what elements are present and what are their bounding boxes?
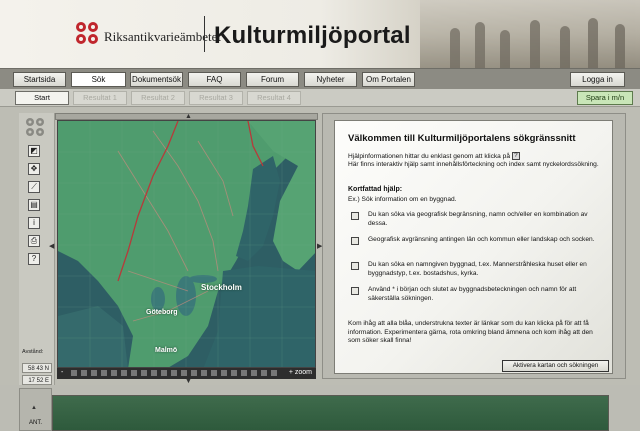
zoom-step[interactable] [111, 370, 117, 376]
zoom-step[interactable] [91, 370, 97, 376]
zoom-step[interactable] [211, 370, 217, 376]
help-bullet: Geografisk avgränsning antingen län och … [351, 236, 603, 245]
help-bullet: Använd * i början och slutet av byggnads… [351, 286, 603, 303]
help-bullet-text: Du kan söka en namngiven byggnad, t.ex. … [368, 261, 587, 277]
panel-subtitle: Kortfattad hjälp: [348, 186, 403, 193]
bullet-icon [351, 237, 359, 245]
nav-faq[interactable]: FAQ [188, 72, 241, 87]
header: Riksantikvarieämbetet Kulturmiljöportal [0, 0, 640, 68]
portal-title: Kulturmiljöportal [214, 22, 411, 49]
help-question-icon[interactable]: ? [511, 152, 520, 160]
raa-small-logo-icon [26, 118, 44, 136]
sweden-map [58, 121, 315, 367]
map-toolbar: ◩ ✥ ⟋ ▤ i ⎙ ? [19, 113, 55, 388]
nav-forum[interactable]: Forum [246, 72, 299, 87]
panel-note: Kom ihåg att alla blåa, understrukna tex… [348, 320, 593, 345]
help-bullet-text: Geografisk avgränsning antingen län och … [368, 236, 595, 243]
measure-icon[interactable]: ⟋ [28, 181, 40, 193]
zoom-step[interactable] [71, 370, 77, 376]
zoom-step[interactable] [181, 370, 187, 376]
panel-title: Välkommen till Kulturmiljöportalens sökg… [348, 133, 576, 144]
coord-east: 17 52 E [22, 375, 52, 385]
nav-dokumentsok[interactable]: Dokumentsök [130, 72, 183, 87]
select-area-icon[interactable]: ◩ [28, 145, 40, 157]
zoom-step[interactable] [251, 370, 257, 376]
help-bullet: Du kan söka en namngiven byggnad, t.ex. … [351, 261, 603, 278]
bullet-icon [351, 262, 359, 270]
distance-label: Avstånd: [22, 349, 44, 355]
zoom-step[interactable] [101, 370, 107, 376]
tab-resultat-2[interactable]: Resultat 2 [131, 91, 185, 105]
tab-resultat-4[interactable]: Resultat 4 [247, 91, 301, 105]
zoom-in-label[interactable]: + zoom [289, 369, 312, 376]
zoom-step[interactable] [121, 370, 127, 376]
tab-start[interactable]: Start [15, 91, 69, 105]
zoom-step[interactable] [81, 370, 87, 376]
pan-south-icon[interactable]: ▼ [185, 378, 192, 385]
raa-logo-icon [76, 22, 98, 44]
search-tabs: Start Resultat 1 Resultat 2 Resultat 3 R… [0, 89, 640, 107]
panel-example: Ex.) Sök information om en byggnad. [348, 196, 457, 203]
bullet-icon [351, 287, 359, 295]
main-nav: Startsida Sök Dokumentsök FAQ Forum Nyhe… [0, 68, 640, 89]
pan-icon[interactable]: ✥ [28, 163, 40, 175]
help-bullet-text: Använd * i början och slutet av byggnads… [368, 286, 577, 302]
results-strip[interactable] [52, 395, 609, 431]
pan-north-icon[interactable]: ▲ [185, 113, 192, 120]
zoom-out-icon[interactable]: - [61, 369, 63, 376]
zoom-step[interactable] [241, 370, 247, 376]
header-divider [204, 16, 205, 52]
zoom-step[interactable] [191, 370, 197, 376]
header-historical-photo [420, 0, 640, 68]
zoom-step[interactable] [161, 370, 167, 376]
zoom-step[interactable] [201, 370, 207, 376]
panel-intro-text: Hjälpinformationen hittar du enklast gen… [348, 152, 511, 160]
nav-nyheter[interactable]: Nyheter [304, 72, 357, 87]
scroll-up-icon[interactable]: ▲ [31, 405, 37, 411]
layers-icon[interactable]: ▤ [28, 199, 40, 211]
pan-west-icon[interactable]: ◀ [49, 242, 54, 250]
zoom-step[interactable] [131, 370, 137, 376]
panel-intro: Hjälpinformationen hittar du enklast gen… [348, 152, 602, 170]
help-icon[interactable]: ? [28, 253, 40, 265]
zoom-step[interactable] [151, 370, 157, 376]
nav-sok[interactable]: Sök [71, 72, 126, 87]
print-icon[interactable]: ⎙ [28, 235, 40, 247]
activate-map-button[interactable]: Aktivera kartan och sökningen [502, 360, 609, 372]
map-label-stockholm[interactable]: Stockholm [201, 283, 242, 292]
zoom-step[interactable] [271, 370, 277, 376]
zoom-step[interactable] [171, 370, 177, 376]
login-button[interactable]: Logga in [570, 72, 625, 87]
help-bullet-text: Du kan söka via geografisk begränsning, … [368, 211, 588, 227]
info-panel: Välkommen till Kulturmiljöportalens sökg… [334, 120, 613, 374]
map-label-goteborg[interactable]: Göteborg [146, 309, 178, 316]
map-view[interactable]: Stockholm Göteborg Malmö [57, 120, 316, 368]
zoom-step[interactable] [141, 370, 147, 376]
info-icon[interactable]: i [28, 217, 40, 229]
map-label-malmo[interactable]: Malmö [155, 347, 177, 354]
tab-resultat-1[interactable]: Resultat 1 [73, 91, 127, 105]
nav-startsida[interactable]: Startsida [13, 72, 66, 87]
coord-north: 58 43 N [22, 363, 52, 373]
help-bullet: Du kan söka via geografisk begränsning, … [351, 211, 603, 228]
zoom-step[interactable] [231, 370, 237, 376]
save-button[interactable]: Spara i m/n [577, 91, 633, 105]
zoom-step[interactable] [261, 370, 267, 376]
bullet-icon [351, 212, 359, 220]
tab-resultat-3[interactable]: Resultat 3 [189, 91, 243, 105]
ant-label: ANT. [29, 420, 43, 426]
nav-om-portalen[interactable]: Om Portalen [362, 72, 415, 87]
zoom-step[interactable] [221, 370, 227, 376]
panel-intro-text-2: Här finns interaktiv hjälp samt innehåll… [348, 161, 599, 169]
